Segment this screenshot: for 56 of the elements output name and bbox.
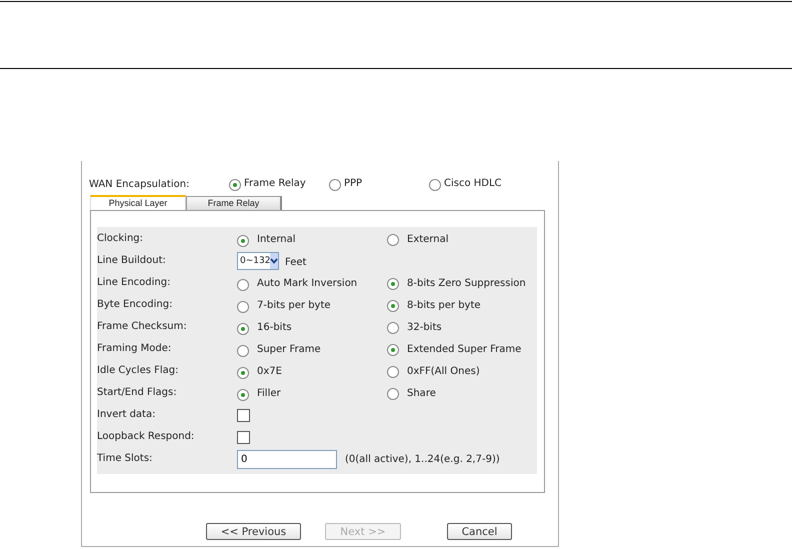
- field-label: Idle Cycles Flag:: [97, 364, 180, 376]
- radio-button[interactable]: [237, 322, 249, 334]
- unit-label: Feet: [285, 257, 306, 268]
- field-label: Line Encoding:: [97, 276, 172, 288]
- radio-button[interactable]: [387, 234, 399, 246]
- field-label: Byte Encoding:: [97, 298, 174, 310]
- option-label: 8-bits Zero Suppression: [407, 277, 526, 291]
- option-label: Internal: [257, 233, 296, 247]
- radio-button[interactable]: [237, 344, 249, 356]
- radio-button[interactable]: [387, 388, 399, 400]
- field-label: Loopback Respond:: [97, 430, 196, 442]
- radio-button[interactable]: [237, 300, 249, 312]
- option-label: 0x7E: [257, 365, 282, 379]
- radio-button[interactable]: [237, 388, 249, 400]
- radio-button[interactable]: [387, 366, 399, 378]
- option-label: Extended Super Frame: [407, 343, 522, 357]
- field-label: Frame Checksum:: [97, 320, 188, 332]
- option-label: 7-bits per byte: [257, 299, 331, 313]
- hint-text: (0(all active), 1..24(e.g. 2,7-9)): [345, 454, 500, 465]
- tab[interactable]: Physical Layer: [90, 195, 186, 210]
- field-label: WAN Encapsulation:: [89, 178, 190, 190]
- button[interactable]: << Previous: [206, 523, 301, 540]
- field-label: Time Slots:: [97, 452, 154, 464]
- option-label: Super Frame: [257, 343, 321, 357]
- field-label: Line Buildout:: [97, 254, 167, 266]
- option-label: Frame Relay: [244, 177, 306, 191]
- button[interactable]: Cancel: [447, 523, 512, 540]
- field-label: Clocking:: [97, 232, 144, 244]
- radio-button[interactable]: [387, 300, 399, 312]
- radio-button[interactable]: [387, 278, 399, 290]
- radio-button[interactable]: [387, 344, 399, 356]
- option-label: PPP: [344, 177, 362, 191]
- option-label: Cisco HDLC: [444, 177, 502, 191]
- radio-button[interactable]: [237, 366, 249, 378]
- option-label: Share: [407, 387, 436, 401]
- checkbox[interactable]: [237, 431, 250, 444]
- option-label: External: [407, 233, 448, 247]
- option-label: 32-bits: [407, 321, 442, 335]
- option-label: 0xFF(All Ones): [407, 365, 480, 379]
- input-field[interactable]: 0: [237, 450, 337, 469]
- option-label: Auto Mark Inversion: [257, 277, 358, 291]
- radio-button[interactable]: [387, 322, 399, 334]
- checkbox[interactable]: [237, 409, 250, 422]
- option-label: Filler: [257, 387, 281, 401]
- field-label: Start/End Flags:: [97, 386, 178, 398]
- option-label: 16-bits: [257, 321, 292, 335]
- radio-button[interactable]: [229, 178, 241, 190]
- radio-button[interactable]: [237, 234, 249, 246]
- radio-button[interactable]: [329, 178, 341, 190]
- field-label: Framing Mode:: [97, 342, 172, 354]
- dropdown[interactable]: 0~132: [237, 252, 279, 270]
- tab[interactable]: Frame Relay: [186, 196, 282, 210]
- radio-button[interactable]: [237, 278, 249, 290]
- radio-button[interactable]: [429, 178, 441, 190]
- option-label: 8-bits per byte: [407, 299, 481, 313]
- field-label: Invert data:: [97, 408, 156, 420]
